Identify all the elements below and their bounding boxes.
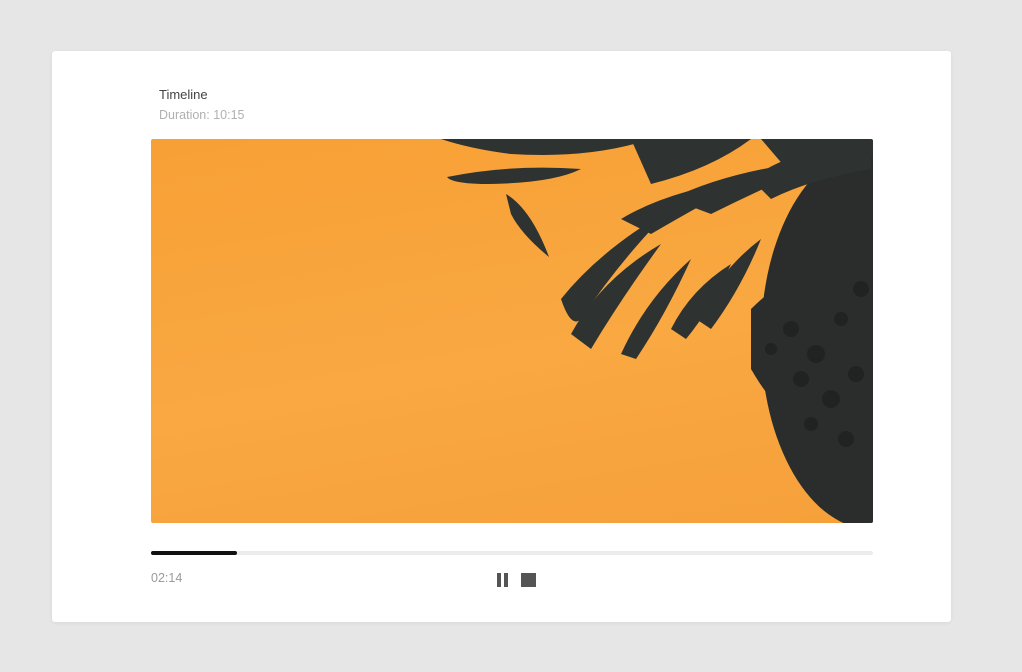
- pause-icon: [496, 573, 508, 587]
- duration-label: Duration: 10:15: [159, 108, 245, 122]
- playback-controls: [494, 571, 536, 589]
- player-title: Timeline: [159, 87, 208, 102]
- video-player-card: Timeline Duration: 10:15 02:14: [52, 51, 951, 622]
- progress-fill: [151, 551, 237, 555]
- pause-button[interactable]: [494, 572, 510, 588]
- current-time: 02:14: [151, 571, 183, 585]
- stop-icon: [520, 573, 536, 587]
- pineapple-image: [441, 139, 873, 523]
- video-frame[interactable]: [151, 139, 873, 523]
- stop-button[interactable]: [520, 572, 536, 588]
- progress-bar[interactable]: [151, 551, 873, 555]
